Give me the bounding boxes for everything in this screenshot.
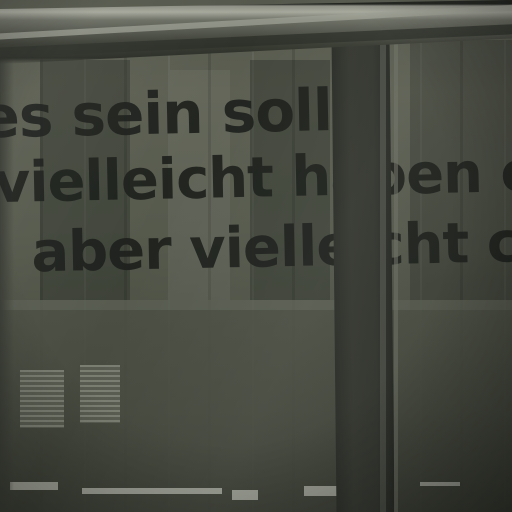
lettering-line-2: vielleicht haben es e [0, 138, 512, 217]
window-lettering: es sein soll vielleicht haben es e aber … [0, 0, 512, 512]
pillar-edge [380, 20, 386, 512]
photo-scene: es sein soll vielleicht haben es e aber … [0, 0, 512, 512]
pillar-highlight [394, 20, 398, 512]
lettering-line-1: es sein soll [0, 76, 333, 152]
lettering-line-3: aber vielleicht c [30, 210, 512, 286]
